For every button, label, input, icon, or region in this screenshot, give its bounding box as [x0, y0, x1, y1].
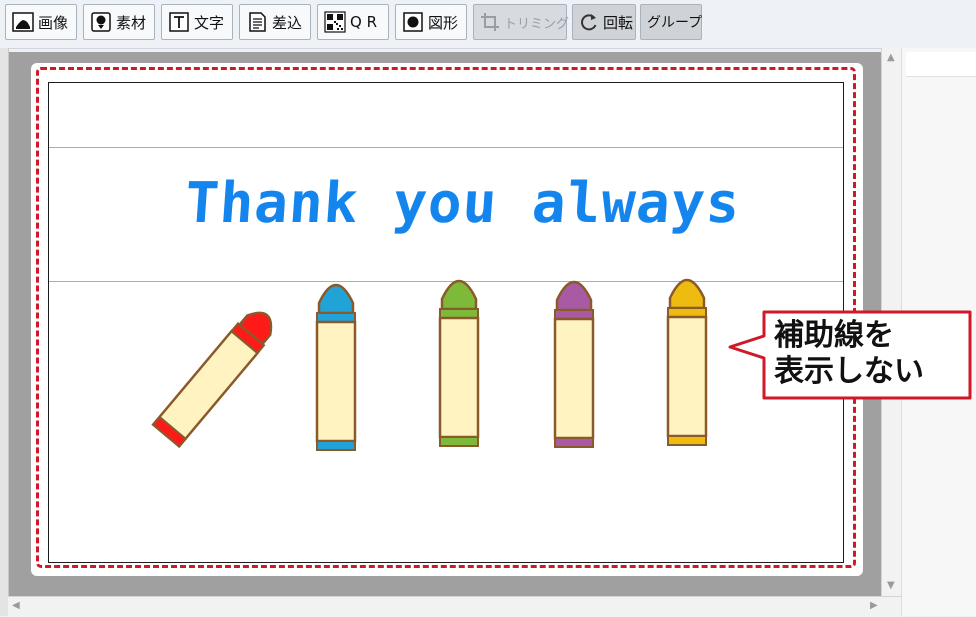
crayon-green — [438, 279, 480, 447]
crayon-yellow — [666, 278, 708, 446]
callout-line-1: 補助線を — [774, 318, 894, 353]
crayon-blue — [315, 283, 357, 451]
callout-text: 補助線を 表示しない — [774, 318, 964, 390]
crayon-red — [151, 311, 273, 449]
crayon-purple — [553, 280, 595, 448]
callout-line-2: 表示しない — [774, 354, 924, 389]
